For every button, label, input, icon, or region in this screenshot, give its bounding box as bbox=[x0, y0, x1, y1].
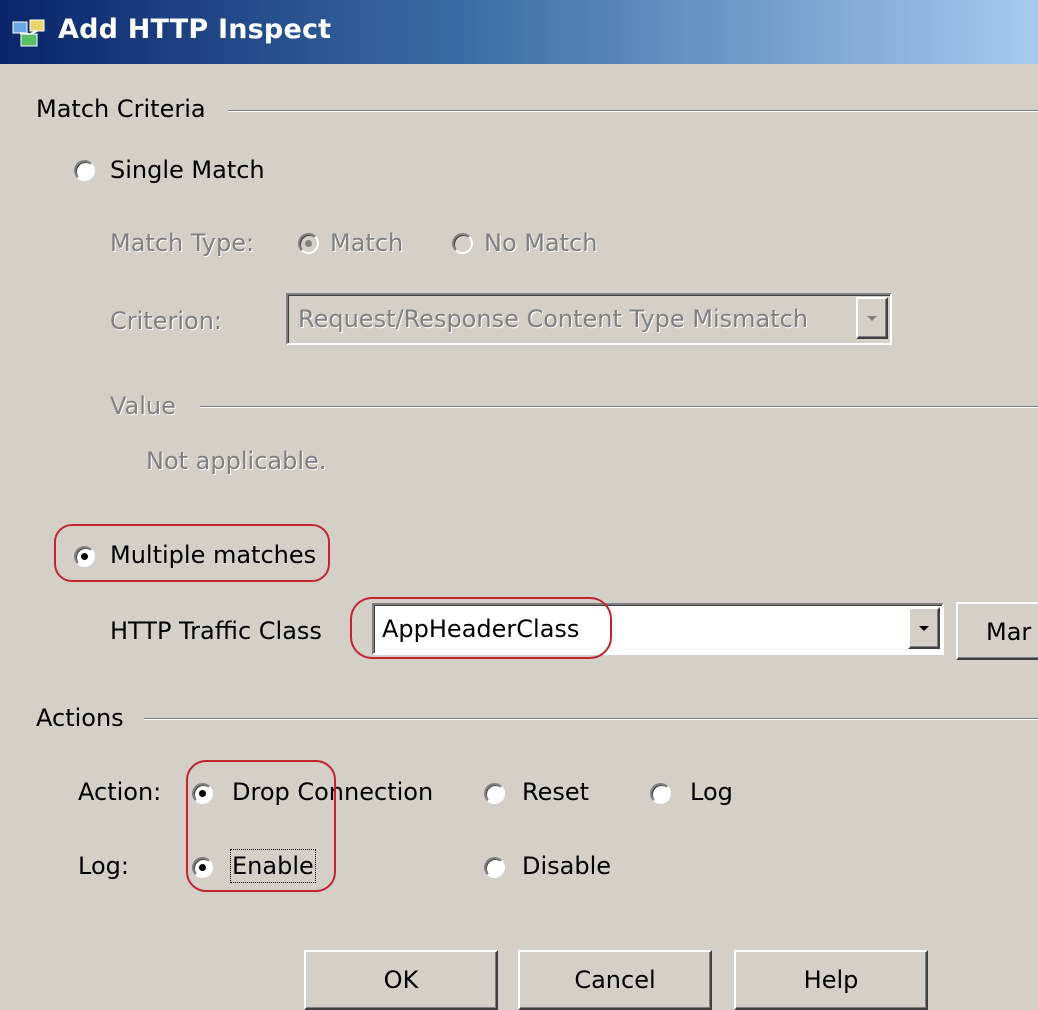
highlight-annotation bbox=[186, 760, 336, 892]
criterion-select-value: Request/Response Content Type Mismatch bbox=[298, 305, 809, 333]
network-app-icon bbox=[12, 19, 45, 47]
title-bar: Add HTTP Inspect bbox=[0, 0, 1038, 64]
criterion-label: Criterion: bbox=[110, 307, 222, 335]
value-not-applicable: Not applicable. bbox=[146, 447, 327, 475]
match-criteria-label: Match Criteria bbox=[36, 95, 206, 123]
log-disable-radio[interactable] bbox=[484, 857, 505, 878]
match-type-match-label[interactable]: Match bbox=[330, 228, 403, 258]
highlight-annotation bbox=[54, 524, 330, 582]
highlight-annotation bbox=[350, 597, 612, 659]
chevron-down-icon bbox=[919, 626, 929, 631]
ok-button[interactable]: OK bbox=[304, 950, 498, 1010]
manage-button[interactable]: Mar bbox=[956, 602, 1038, 660]
action-reset-radio[interactable] bbox=[484, 783, 505, 804]
single-match-label[interactable]: Single Match bbox=[110, 155, 265, 185]
log-disable-label[interactable]: Disable bbox=[522, 851, 611, 881]
action-log-label[interactable]: Log bbox=[690, 777, 733, 807]
traffic-class-dropdown-button[interactable] bbox=[908, 607, 940, 649]
actions-divider bbox=[144, 718, 1038, 720]
match-type-nomatch-radio[interactable] bbox=[452, 233, 473, 254]
match-type-match-radio[interactable] bbox=[298, 233, 319, 254]
criterion-select[interactable]: Request/Response Content Type Mismatch bbox=[286, 293, 892, 345]
criterion-dropdown-button[interactable] bbox=[856, 297, 888, 339]
match-criteria-divider bbox=[228, 110, 1038, 112]
window-title: Add HTTP Inspect bbox=[58, 14, 332, 45]
cancel-button[interactable]: Cancel bbox=[518, 950, 712, 1010]
match-type-nomatch-label[interactable]: No Match bbox=[484, 228, 598, 258]
help-button[interactable]: Help bbox=[734, 950, 928, 1010]
value-group-divider bbox=[200, 406, 1038, 408]
actions-label: Actions bbox=[36, 704, 124, 732]
match-type-label: Match Type: bbox=[110, 229, 255, 257]
chevron-down-icon bbox=[867, 316, 877, 321]
traffic-class-label: HTTP Traffic Class bbox=[110, 617, 322, 645]
value-group-label: Value bbox=[110, 392, 176, 420]
action-reset-label[interactable]: Reset bbox=[522, 777, 589, 807]
log-label: Log: bbox=[78, 852, 129, 880]
action-label: Action: bbox=[78, 778, 162, 806]
single-match-radio[interactable] bbox=[74, 160, 95, 181]
action-log-radio[interactable] bbox=[650, 783, 671, 804]
